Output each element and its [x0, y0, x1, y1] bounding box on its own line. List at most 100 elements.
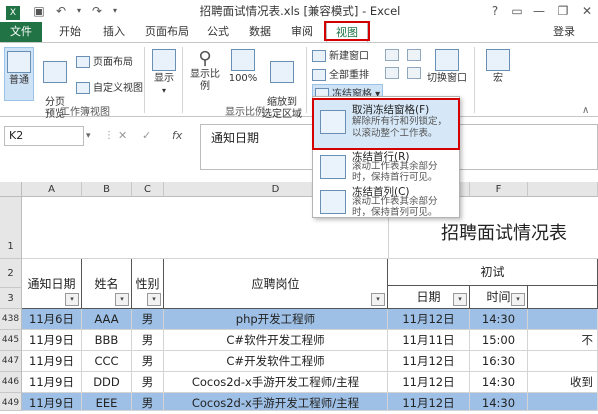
header-notify-date[interactable]: 通知日期 ▾ — [22, 259, 82, 309]
zoom-100-button[interactable]: 100% — [228, 49, 258, 99]
cell-name[interactable]: DDD — [82, 372, 132, 393]
column-header-g[interactable] — [528, 182, 598, 197]
tab-data[interactable]: 数据 — [242, 22, 278, 42]
cell-position[interactable]: Cocos2d-x手游开发工程师/主程 — [164, 393, 388, 411]
cell-position[interactable]: Cocos2d-x手游开发工程师/主程 — [164, 372, 388, 393]
cell-name[interactable]: EEE — [82, 393, 132, 411]
new-window-button[interactable]: 新建窗口 — [312, 47, 369, 62]
column-header-c[interactable]: C — [132, 182, 164, 197]
tab-formulas[interactable]: 公式 — [200, 22, 236, 42]
select-all-corner[interactable] — [0, 182, 22, 197]
undo-icon[interactable]: ↶ — [52, 2, 70, 20]
cell-gender[interactable]: 男 — [132, 351, 164, 372]
header-gender[interactable]: 性别 ▾ — [132, 259, 164, 309]
row-header[interactable]: 2 — [0, 259, 22, 288]
header-time[interactable]: 时间 ▾ — [470, 286, 528, 309]
redo-icon[interactable]: ↷ — [88, 2, 106, 20]
collapse-ribbon-icon[interactable]: ∧ — [582, 105, 589, 116]
cell-gender[interactable]: 男 — [132, 372, 164, 393]
cell-time[interactable]: 14:30 — [470, 372, 528, 393]
cell-position[interactable]: php开发工程师 — [164, 309, 388, 330]
show-button[interactable]: 显示 ▾ — [148, 49, 180, 99]
cell-extra[interactable] — [528, 309, 598, 330]
undo-dropdown-icon[interactable]: ▾ — [72, 2, 86, 20]
cell-extra[interactable] — [528, 393, 598, 411]
row-header[interactable]: 438 — [0, 309, 22, 330]
cell-gender[interactable]: 男 — [132, 309, 164, 330]
cell-date[interactable]: 11月12日 — [388, 309, 470, 330]
header-position[interactable]: 应聘岗位 ▾ — [164, 259, 388, 309]
filter-dropdown-icon[interactable]: ▾ — [115, 293, 129, 306]
cell-gender[interactable]: 男 — [132, 393, 164, 411]
login-link[interactable]: 登录 — [544, 22, 584, 42]
header-extra[interactable] — [528, 286, 598, 309]
cell-date[interactable]: 11月12日 — [388, 351, 470, 372]
minimize-button[interactable]: — — [528, 0, 550, 22]
insert-function-icon[interactable]: fx — [172, 126, 192, 146]
page-layout-button[interactable]: 页面布局 — [76, 53, 133, 68]
tab-insert[interactable]: 插入 — [96, 22, 132, 42]
cell-position[interactable]: C#软件开发工程师 — [164, 330, 388, 351]
row-header[interactable]: 449 — [0, 393, 22, 411]
cell-notify[interactable]: 11月9日 — [22, 351, 82, 372]
tab-review[interactable]: 审阅 — [284, 22, 320, 42]
cell-extra[interactable] — [528, 351, 598, 372]
hide-icon[interactable] — [385, 67, 399, 79]
page-break-preview-button[interactable]: 分页 预览 — [38, 49, 72, 120]
cell-notify[interactable]: 11月9日 — [22, 330, 82, 351]
filter-dropdown-icon[interactable]: ▾ — [371, 293, 385, 306]
cell-gender[interactable]: 男 — [132, 330, 164, 351]
tab-file[interactable]: 文件 — [0, 22, 42, 42]
normal-view-button[interactable]: 普通 — [4, 47, 34, 101]
cell-extra[interactable]: 收到 — [528, 372, 598, 393]
row-header[interactable]: 447 — [0, 351, 22, 372]
cell-name[interactable]: CCC — [82, 351, 132, 372]
cell-date[interactable]: 11月11日 — [388, 330, 470, 351]
filter-dropdown-icon[interactable]: ▾ — [147, 293, 161, 306]
menu-item-freeze-top-row[interactable]: 冻结首行(R) 滚动工作表其余部分 时，保持首行可见。 — [314, 149, 458, 183]
menu-item-freeze-first-column[interactable]: 冻结首列(C) 滚动工作表其余部分 时，保持首列可见。 — [314, 184, 458, 218]
zoom-to-selection-button[interactable]: 缩放到 选定区域 — [260, 49, 304, 120]
cell-date[interactable]: 11月12日 — [388, 372, 470, 393]
name-box[interactable]: K2 — [4, 126, 84, 146]
row-header[interactable]: 1 — [0, 197, 22, 259]
macros-button[interactable]: 宏 — [482, 49, 514, 99]
enter-icon[interactable]: ✓ — [142, 126, 160, 146]
row-header[interactable]: 446 — [0, 372, 22, 393]
column-header-a[interactable]: A — [22, 182, 82, 197]
tab-page-layout[interactable]: 页面布局 — [140, 22, 194, 42]
split-icon[interactable] — [385, 49, 399, 61]
cell-time[interactable]: 15:00 — [470, 330, 528, 351]
cell-date[interactable]: 11月12日 — [388, 393, 470, 411]
view-side-by-side-icon[interactable] — [407, 49, 421, 61]
cell-name[interactable]: AAA — [82, 309, 132, 330]
cell-extra[interactable]: 不 — [528, 330, 598, 351]
save-icon[interactable]: ▣ — [30, 2, 48, 20]
name-box-dropdown-icon[interactable]: ▾ — [86, 126, 100, 146]
filter-active-icon[interactable]: ▾ — [453, 293, 467, 306]
cell-notify[interactable]: 11月9日 — [22, 372, 82, 393]
column-header-f[interactable]: F — [470, 182, 528, 197]
header-first-interview[interactable]: 初试 — [388, 259, 598, 286]
header-name[interactable]: 姓名 ▾ — [82, 259, 132, 309]
row-header[interactable]: 3 — [0, 288, 22, 309]
cell-notify[interactable]: 11月9日 — [22, 393, 82, 411]
cell-time[interactable]: 16:30 — [470, 351, 528, 372]
restore-button[interactable]: ❐ — [552, 0, 574, 22]
switch-window-button[interactable]: 切换窗口 — [426, 49, 468, 99]
customize-qat-icon[interactable]: ▾ — [108, 2, 122, 20]
sync-scroll-icon[interactable] — [407, 67, 421, 79]
column-header-b[interactable]: B — [82, 182, 132, 197]
cell-time[interactable]: 14:30 — [470, 309, 528, 330]
close-button[interactable]: ✕ — [576, 0, 598, 22]
cell-time[interactable]: 14:30 — [470, 393, 528, 411]
zoom-button[interactable]: ⚲ 显示比例 — [186, 49, 224, 99]
cell-position[interactable]: C#开发软件工程师 — [164, 351, 388, 372]
cell-name[interactable]: BBB — [82, 330, 132, 351]
row-header[interactable]: 445 — [0, 330, 22, 351]
ribbon-display-options-icon[interactable]: ▭ — [506, 0, 528, 22]
tab-home[interactable]: 开始 — [52, 22, 88, 42]
custom-views-button[interactable]: 自定义视图 — [76, 79, 143, 94]
filter-dropdown-icon[interactable]: ▾ — [511, 293, 525, 306]
help-button[interactable]: ? — [484, 0, 506, 22]
